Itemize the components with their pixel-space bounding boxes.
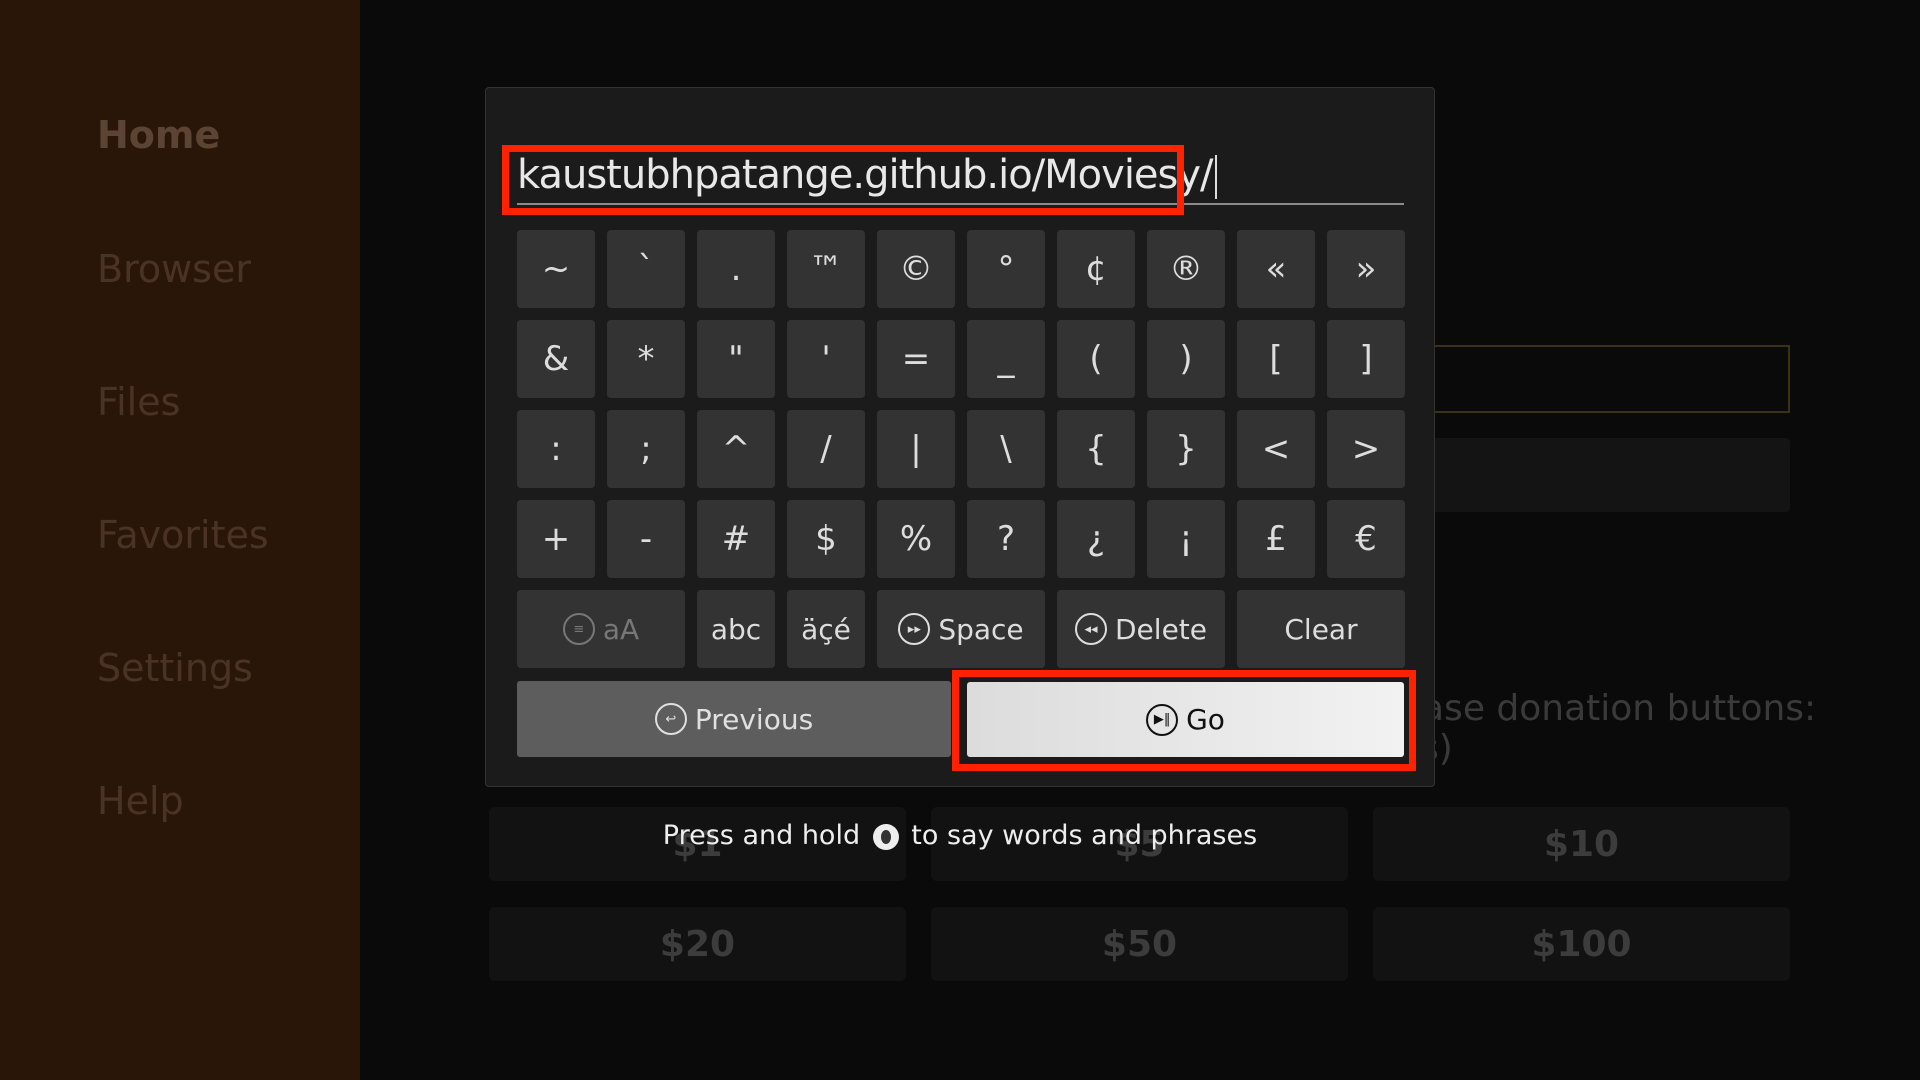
key[interactable]: % xyxy=(877,500,955,578)
key[interactable]: # xyxy=(697,500,775,578)
key[interactable]: > xyxy=(1327,410,1405,488)
sidebar-item-home[interactable]: Home xyxy=(97,113,220,157)
donation-button: $50 xyxy=(931,907,1348,981)
key-delete[interactable]: ◂◂ Delete xyxy=(1057,590,1225,668)
sidebar-item-settings[interactable]: Settings xyxy=(97,646,253,690)
key[interactable]: ] xyxy=(1327,320,1405,398)
go-label: Go xyxy=(1186,703,1225,736)
key-label: Clear xyxy=(1284,612,1358,646)
voice-hint: Press and hold to say words and phrases xyxy=(0,820,1920,851)
background-button xyxy=(1420,438,1790,512)
key[interactable]: £ xyxy=(1237,500,1315,578)
key[interactable]: « xyxy=(1237,230,1315,308)
key[interactable]: * xyxy=(607,320,685,398)
key[interactable]: ~ xyxy=(517,230,595,308)
key[interactable]: ® xyxy=(1147,230,1225,308)
donation-label: ase donation buttons: xyxy=(1422,688,1817,729)
key-aa[interactable]: ≡ aA xyxy=(517,590,685,668)
key-label: aA xyxy=(602,612,640,646)
key[interactable]: ( xyxy=(1057,320,1135,398)
key[interactable]: ` xyxy=(607,230,685,308)
key[interactable]: } xyxy=(1147,410,1225,488)
key-label: Space xyxy=(938,612,1024,646)
key[interactable]: » xyxy=(1327,230,1405,308)
background-input-field xyxy=(1420,345,1790,413)
key[interactable]: \ xyxy=(967,410,1045,488)
key[interactable]: " xyxy=(697,320,775,398)
key[interactable]: . xyxy=(697,230,775,308)
key[interactable]: ^ xyxy=(697,410,775,488)
sidebar: Home Browser Files Favorites Settings Help xyxy=(0,0,360,1080)
sidebar-item-favorites[interactable]: Favorites xyxy=(97,513,269,557)
key[interactable]: + xyxy=(517,500,595,578)
key[interactable]: [ xyxy=(1237,320,1315,398)
key-äçé[interactable]: äçé xyxy=(787,590,865,668)
key-clear[interactable]: Clear xyxy=(1237,590,1405,668)
key-label: Delete xyxy=(1115,612,1207,646)
key-space[interactable]: ▸▸ Space xyxy=(877,590,1045,668)
fast-forward-icon: ▸▸ xyxy=(898,613,931,645)
key[interactable]: ; xyxy=(607,410,685,488)
donation-button: $100 xyxy=(1373,907,1790,981)
key[interactable]: ¡ xyxy=(1147,500,1225,578)
key[interactable]: / xyxy=(787,410,865,488)
back-icon: ↩ xyxy=(654,703,687,735)
rewind-icon: ◂◂ xyxy=(1075,613,1107,645)
key[interactable]: ° xyxy=(967,230,1045,308)
key[interactable]: < xyxy=(1237,410,1315,488)
key[interactable]: ™ xyxy=(787,230,865,308)
key[interactable]: | xyxy=(877,410,955,488)
key-label: äçé xyxy=(801,612,851,646)
hint-text: Press and hold xyxy=(662,820,861,851)
keyboard-dialog: kaustubhpatange.github.io/Moviesy/ ~ `. ™ ©… xyxy=(485,87,1435,787)
key[interactable]: € xyxy=(1327,500,1405,578)
hint-text: to say words and phrases xyxy=(911,820,1258,851)
play-pause-icon: ▶‖ xyxy=(1146,703,1179,736)
microphone-button-icon xyxy=(872,823,899,850)
key[interactable]: ? xyxy=(967,500,1045,578)
sidebar-item-files[interactable]: Files xyxy=(97,380,180,424)
key-label: abc xyxy=(710,612,762,646)
key[interactable]: © xyxy=(877,230,955,308)
key[interactable]: - xyxy=(607,500,685,578)
key[interactable]: & xyxy=(517,320,595,398)
key[interactable]: : xyxy=(517,410,595,488)
key[interactable]: ) xyxy=(1147,320,1225,398)
key[interactable]: ¢ xyxy=(1057,230,1135,308)
donation-button: $20 xyxy=(489,907,906,981)
key[interactable]: ' xyxy=(787,320,865,398)
previous-label: Previous xyxy=(694,702,814,736)
key-abc[interactable]: abc xyxy=(697,590,775,668)
key[interactable]: ¿ xyxy=(1057,500,1135,578)
sidebar-item-browser[interactable]: Browser xyxy=(97,247,251,291)
previous-button[interactable]: ↩ Previous xyxy=(517,681,951,757)
key[interactable]: = xyxy=(877,320,955,398)
key[interactable]: { xyxy=(1057,410,1135,488)
key[interactable]: $ xyxy=(787,500,865,578)
menu-icon: ≡ xyxy=(562,613,595,645)
go-button[interactable]: ▶‖ Go xyxy=(967,682,1404,757)
input-highlight xyxy=(502,145,1184,215)
sidebar-item-help[interactable]: Help xyxy=(97,779,184,823)
key[interactable]: _ xyxy=(967,320,1045,398)
text-caret xyxy=(1214,155,1217,199)
